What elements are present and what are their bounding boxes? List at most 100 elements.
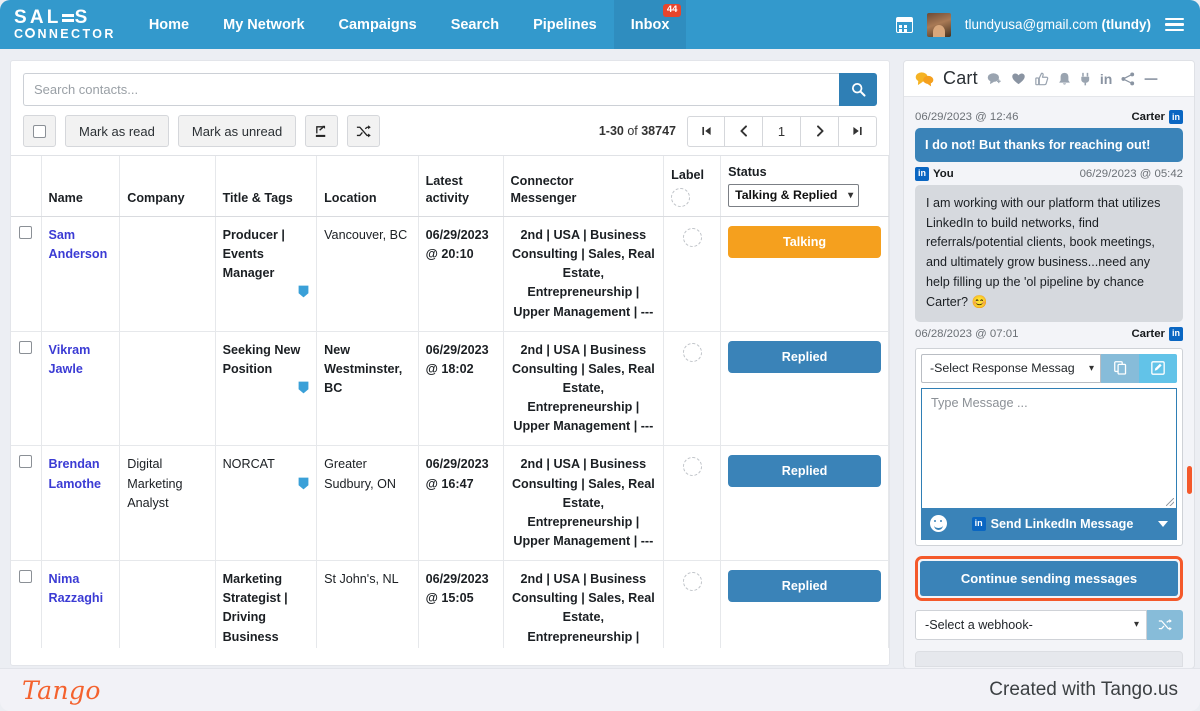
response-message-select[interactable]: -Select Response Messag ▾ (921, 353, 1101, 383)
label-filter-circle[interactable] (671, 188, 691, 207)
send-options-caret-icon[interactable] (1158, 520, 1168, 527)
row-status-cell: Replied (720, 331, 889, 447)
webhook-trigger-button[interactable] (1147, 609, 1183, 640)
nav-item-inbox[interactable]: Inbox 44 (613, 0, 687, 49)
message-bubble-incoming: I do not! But thanks for reaching out! (915, 128, 1183, 162)
mark-as-unread-button[interactable]: Mark as unread (177, 115, 297, 147)
row-checkbox[interactable] (19, 226, 33, 239)
search-input[interactable] (23, 73, 839, 106)
emoji-icon[interactable] (930, 515, 947, 532)
location-text: Greater Sudbury, ON (324, 457, 396, 491)
export-button[interactable] (305, 115, 339, 147)
status-button[interactable]: Replied (728, 340, 881, 373)
row-checkbox[interactable] (19, 570, 33, 584)
chat-scrollbar-thumb[interactable] (1187, 466, 1192, 494)
message-textarea[interactable]: Type Message ... (921, 387, 1177, 508)
title-text: Producer | Events Manager (222, 228, 285, 281)
user-email-text: tlundyusa@gmail.com (964, 17, 1098, 32)
label-circle[interactable] (682, 228, 702, 247)
nav-item-my-network[interactable]: My Network (206, 0, 321, 49)
table-row[interactable]: Vikram Jawle Seeking New Position New We… (11, 331, 889, 447)
continue-sending-messages-button[interactable]: Continue sending messages (920, 560, 1178, 596)
table-row[interactable]: Sam Anderson Producer | Events Manager V… (11, 216, 889, 332)
contact-name-link[interactable]: Sam Anderson (49, 228, 108, 261)
calendar-icon[interactable] (895, 16, 913, 33)
row-checkbox-cell[interactable] (11, 331, 42, 447)
page-prev-button[interactable] (725, 115, 763, 147)
status-button[interactable]: Replied (728, 455, 881, 488)
row-checkbox-cell[interactable] (11, 216, 42, 332)
compose-box: -Select Response Messag ▾ Type Message .… (915, 347, 1183, 546)
nav-item-home[interactable]: Home (132, 0, 206, 49)
tag-icon[interactable] (298, 381, 309, 394)
table-row[interactable]: Brendan Lamothe Digital Marketing Analys… (11, 445, 889, 562)
header-name-label: Name (48, 191, 83, 205)
app-logo[interactable]: SAL S C NNECTOR (14, 8, 116, 41)
row-checkbox[interactable] (19, 340, 33, 354)
edit-template-button[interactable] (1139, 353, 1177, 383)
page-first-button[interactable] (687, 115, 725, 147)
add-chat-icon[interactable] (987, 72, 1002, 85)
label-circle[interactable] (682, 572, 702, 592)
page-last-button[interactable] (839, 115, 877, 147)
primary-nav-items: Home My Network Campaigns Search Pipelin… (132, 0, 687, 49)
mark-as-read-button[interactable]: Mark as read (65, 115, 169, 147)
select-all-checkbox[interactable] (23, 115, 56, 147)
page-next-button[interactable] (801, 115, 839, 147)
bell-icon[interactable] (1058, 72, 1071, 86)
user-handle-text: (tlundy) (1101, 17, 1152, 32)
minimize-icon[interactable] (1144, 77, 1158, 81)
nav-item-campaigns[interactable]: Campaigns (322, 0, 434, 49)
webhook-select[interactable]: -Select a webhook- ▾ (915, 609, 1147, 640)
tag-icon[interactable] (298, 285, 309, 298)
resize-handle[interactable] (1166, 497, 1174, 506)
title-text: NORCAT (222, 457, 275, 472)
heart-icon[interactable] (1011, 72, 1026, 85)
last-page-icon (853, 126, 862, 136)
search-button[interactable] (839, 73, 877, 106)
nav-right-cluster: tlundyusa@gmail.com (tlundy) (895, 12, 1200, 37)
avatar[interactable] (926, 12, 951, 37)
contact-name-link[interactable]: Nima Razzaghi (49, 572, 104, 605)
contacts-table-body: Sam Anderson Producer | Events Manager V… (11, 216, 889, 648)
nav-item-search[interactable]: Search (434, 0, 516, 49)
page-number-input[interactable]: 1 (763, 115, 801, 147)
send-linkedin-message-button[interactable]: in Send LinkedIn Message (947, 516, 1158, 531)
share-icon[interactable] (1121, 71, 1135, 86)
contact-name-link[interactable]: Brendan Lamothe (49, 457, 101, 490)
user-account-label[interactable]: tlundyusa@gmail.com (tlundy) (965, 17, 1151, 32)
row-status-cell: Replied (720, 445, 889, 562)
header-label-text: Label (671, 168, 705, 182)
chat-message-list[interactable]: 06/29/2023 @ 12:46 Carter in I do not! B… (904, 97, 1194, 341)
row-checkbox[interactable] (19, 455, 33, 469)
tag-icon[interactable] (298, 477, 309, 490)
thumbs-up-icon[interactable] (1035, 72, 1049, 86)
row-company-cell (119, 331, 216, 447)
label-circle[interactable] (682, 342, 702, 362)
copy-template-button[interactable] (1101, 353, 1139, 383)
plug-icon[interactable] (1080, 72, 1091, 86)
status-button[interactable]: Replied (728, 570, 881, 603)
contacts-table-scroll[interactable]: Name Company Title & Tags Location Lates… (11, 155, 889, 648)
row-title-cell: NORCAT (215, 445, 318, 562)
logo-equals-glyph (61, 13, 74, 22)
row-title-cell: Producer | Events Manager (215, 216, 318, 332)
logo-line-2: C NNECTOR (14, 27, 116, 42)
status-filter-select[interactable]: Talking & Replied ▾ (728, 184, 860, 207)
row-status-cell: Talking (720, 216, 889, 332)
table-row[interactable]: Nima Razzaghi Marketing Strategist | Dri… (11, 560, 889, 648)
webhook-row: -Select a webhook- ▾ (915, 609, 1183, 640)
shuffle-button[interactable] (347, 115, 381, 147)
header-connector-line1: Connector (510, 174, 574, 188)
message-meta: in You 06/29/2023 @ 05:42 (915, 166, 1183, 181)
status-button[interactable]: Talking (728, 226, 881, 258)
hamburger-menu-icon[interactable] (1165, 17, 1184, 32)
row-checkbox-cell[interactable] (11, 445, 42, 562)
nav-item-pipelines[interactable]: Pipelines (516, 0, 614, 49)
contact-name-link[interactable]: Vikram Jawle (49, 343, 91, 376)
nav-label-home: Home (148, 16, 190, 33)
row-name-cell: Nima Razzaghi (41, 560, 121, 648)
linkedin-icon[interactable]: in (1100, 71, 1112, 87)
label-circle[interactable] (682, 457, 702, 477)
row-checkbox-cell[interactable] (11, 560, 42, 648)
